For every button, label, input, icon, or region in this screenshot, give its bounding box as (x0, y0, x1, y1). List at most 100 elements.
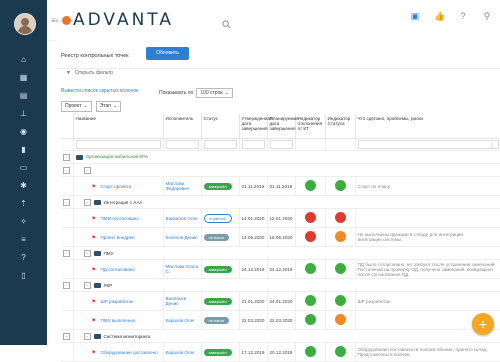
collapse-icon[interactable]: − (83, 198, 91, 206)
status-indicator (334, 180, 346, 191)
flag-icon: ⚑ (91, 349, 96, 356)
table-row[interactable]: ⚑ Оборудование доставлено Карасев Олег заве… (61, 342, 500, 362)
show-by-label: Показывать по (159, 90, 194, 96)
hidden-columns-link[interactable]: Вывести список скрытых колонок (61, 88, 138, 94)
status-indicator (334, 231, 346, 242)
bell-icon[interactable]: ▣ (410, 11, 420, 21)
document-icon[interactable]: ▭ (19, 163, 28, 172)
status-badge: не начат (203, 316, 230, 324)
status-indicator (334, 314, 346, 325)
collapse-icon[interactable]: − (63, 332, 70, 340)
filter-toggle[interactable]: ▼ Открыть фильтр (66, 70, 113, 76)
help-icon[interactable]: ? (19, 253, 28, 262)
chart-icon[interactable]: ▮ (19, 145, 28, 154)
task-name-link[interactable]: ПМИ согласовано (101, 216, 139, 221)
upload-icon[interactable]: ⇡ (19, 199, 28, 208)
refresh-button[interactable]: Обновить (146, 47, 189, 60)
dashboard-icon[interactable]: ▦ (19, 73, 28, 82)
user-icon[interactable]: ⚲ (482, 11, 492, 21)
globe-icon[interactable]: ◉ (19, 127, 28, 136)
col-notes[interactable]: Что сделано, проблемы, риски (355, 114, 500, 139)
col-indicator-deviation[interactable]: Индикатор отклонения от КТ (295, 114, 326, 139)
table-row[interactable]: ⚑ Старт проекта Маслова Федорович завершён 0… (61, 176, 500, 196)
filter-name-input[interactable] (75, 140, 161, 149)
filter-approved-input[interactable] (241, 140, 265, 149)
group-row[interactable]: − − Интеграция с ААА (61, 195, 500, 209)
flag-icon: ⚑ (91, 215, 96, 222)
group-label: Интеграция с ААА (103, 199, 143, 205)
home-icon[interactable]: ⌂ (19, 55, 28, 64)
filter-status-select[interactable] (203, 140, 237, 149)
collapse-icon[interactable]: − (83, 249, 91, 257)
show-by-select[interactable]: 100 строк ⌄ (196, 88, 233, 98)
table-row[interactable]: ⚑ ПМИ согласовано Бахвалов Олег в работе 14.… (61, 208, 500, 228)
group-label: Система мониторинга (103, 333, 151, 339)
task-name-link[interactable]: Оборудование доставлено (101, 350, 158, 355)
group-row[interactable]: − − ПМУ (61, 246, 500, 260)
hierarchy-icon[interactable]: ⊥ (19, 109, 28, 118)
filter-assignee-input[interactable] (165, 140, 199, 149)
planned-date: 22.03.2020 (269, 317, 293, 323)
avatar[interactable] (14, 13, 36, 35)
project-select[interactable]: Проект ⌄ (61, 101, 92, 112)
col-expand (61, 114, 74, 139)
task-name-link[interactable]: ПД согласовано (101, 267, 135, 272)
group-row[interactable]: − − Система мониторинга (61, 329, 500, 343)
chevron-down-icon: ⌄ (113, 103, 118, 109)
users-icon[interactable]: ✧ (19, 217, 28, 226)
collapse-icon[interactable]: − (83, 281, 91, 289)
group-row[interactable]: − Организация мобильной КРА (61, 150, 500, 164)
filter-notes-input[interactable] (357, 140, 499, 149)
task-name-link[interactable]: ПМУ выполнено (101, 318, 136, 323)
assignee-link[interactable]: Маслова Ольга С. (166, 264, 199, 274)
assignee-link[interactable]: Бахвалов Олег (166, 216, 198, 221)
group-row[interactable]: − − ЛКР (61, 278, 500, 292)
collapse-icon[interactable]: − (83, 166, 91, 174)
show-by: Показывать по 100 строк ⌄ (159, 88, 233, 98)
col-planned[interactable]: Планируемая дата завершения (267, 114, 299, 139)
notes-text: ШР разработан (357, 298, 391, 304)
col-name[interactable]: Название (73, 114, 164, 139)
planned-date: 12.01.2020 (269, 215, 293, 221)
assignee-link[interactable]: Колесов Денис (166, 235, 198, 240)
task-name-link[interactable]: Старт проекта (101, 184, 132, 189)
collapse-icon[interactable]: − (63, 198, 70, 206)
task-name-link[interactable]: ШР разработан (101, 299, 134, 304)
stage-select[interactable]: Этап ⌄ (95, 101, 122, 112)
task-name-link[interactable]: Проект внедрен (101, 235, 135, 240)
add-button[interactable]: + (472, 313, 494, 335)
group-label: Организация мобильной КРА (85, 154, 148, 160)
list-icon[interactable]: ≡ (19, 235, 28, 244)
collapse-icon[interactable]: − (63, 281, 70, 289)
phone-icon[interactable]: ▯ (19, 271, 28, 280)
assignee-link[interactable]: Васильев Денис (166, 296, 187, 306)
main-content: Реестр контрольных точек Обновить ▼ Откр… (56, 40, 500, 362)
search-icon[interactable] (222, 16, 231, 29)
settings-icon[interactable]: ✱ (19, 181, 28, 190)
table-row[interactable]: ⚑ ПМУ выполнено Карасев Олег не начат 22.03.… (61, 310, 500, 330)
assignee-link[interactable]: Маслова Федорович (166, 181, 190, 191)
table-row[interactable]: ⚑ ШР разработан Васильев Денис завершён 21.0… (61, 291, 500, 311)
folder-icon (93, 333, 101, 339)
table-row[interactable]: ⚑ Проект внедрен Колесов Денис не начат 14.0… (61, 227, 500, 247)
menu-toggle-icon[interactable]: ≡‹ (51, 16, 58, 25)
col-approved[interactable]: Утвержденная дата завершения (239, 114, 272, 139)
col-assignee[interactable]: Исполнитель (163, 114, 202, 139)
assignee-link[interactable]: Карасев Олег (166, 350, 195, 355)
flag-icon: ⚑ (91, 317, 96, 324)
like-icon[interactable]: 👍 (434, 11, 445, 21)
group-row[interactable]: − − (61, 163, 500, 177)
more-icon[interactable]: ⋮ (489, 142, 495, 149)
col-status[interactable]: Статус (201, 114, 240, 139)
filter-label: Открыть фильтр (74, 70, 114, 76)
collapse-icon[interactable]: − (63, 249, 70, 257)
collapse-icon[interactable]: − (63, 166, 70, 174)
assignee-link[interactable]: Карасев Олег (166, 318, 195, 323)
folder-icon[interactable]: ▤ (19, 91, 28, 100)
col-indicator-status[interactable]: Индикатор Статуса (325, 114, 356, 139)
collapse-icon[interactable]: − (83, 332, 91, 340)
table-row[interactable]: ⚑ ПД согласовано Маслова Ольга С. завершён 2… (61, 259, 500, 279)
filter-planned-input[interactable] (269, 140, 293, 149)
collapse-icon[interactable]: − (63, 153, 70, 161)
help-icon[interactable]: ? (458, 11, 468, 21)
